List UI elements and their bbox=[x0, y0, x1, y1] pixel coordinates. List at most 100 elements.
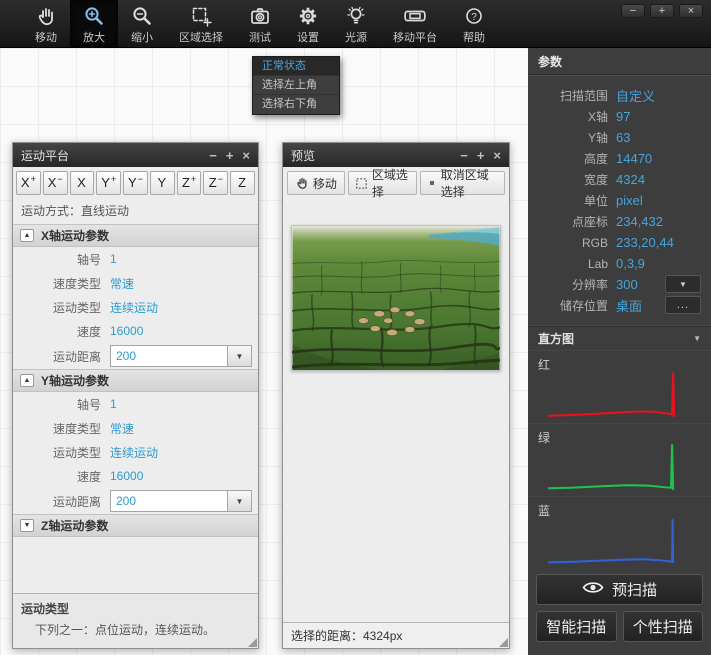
axis-button-z-plus[interactable]: Z+ bbox=[177, 171, 202, 195]
toolbar-label: 设置 bbox=[297, 29, 319, 45]
distance-dropdown-x[interactable]: 200 ▼ bbox=[110, 345, 252, 367]
resolution-dropdown-button[interactable]: ▼ bbox=[665, 275, 701, 293]
section-header-z-axis[interactable]: ▼ Z轴运动参数 bbox=[13, 514, 258, 537]
region-select-icon bbox=[355, 177, 368, 190]
preview-panel: 预览 − + × 移动 bbox=[282, 142, 510, 649]
preview-image[interactable] bbox=[291, 225, 501, 371]
param-row: 轴号1 bbox=[13, 247, 258, 271]
prescan-button[interactable]: 预扫描 bbox=[536, 574, 703, 605]
parameters-panel: 参数 扫描范围自定义 X轴97 Y轴63 高度14470 宽度4324 单位pi… bbox=[528, 48, 711, 655]
resize-grip[interactable] bbox=[248, 638, 257, 647]
param-row-lab: Lab0,3,9 bbox=[528, 253, 711, 274]
axis-button-z[interactable]: Z bbox=[230, 171, 255, 195]
toolbar-button-moving-platform[interactable]: 移动平台 bbox=[380, 0, 450, 47]
axis-button-x-minus[interactable]: X− bbox=[43, 171, 68, 195]
camera-icon bbox=[249, 4, 271, 28]
param-row-scan-range: 扫描范围自定义 bbox=[528, 85, 711, 106]
minimize-button[interactable]: − bbox=[621, 4, 645, 18]
histogram-red-channel: 红 bbox=[528, 350, 711, 423]
param-row-distance-y: 运动距离 200 ▼ bbox=[13, 488, 258, 514]
param-row: 运动类型连续运动 bbox=[13, 295, 258, 319]
axis-button-y-minus[interactable]: Y− bbox=[123, 171, 148, 195]
axis-button-z-minus[interactable]: Z− bbox=[203, 171, 228, 195]
collapse-down-icon[interactable]: ▼ bbox=[20, 519, 34, 532]
green-histogram-curve bbox=[548, 445, 673, 490]
section-header-y-axis[interactable]: ▲ Y轴运动参数 bbox=[13, 369, 258, 392]
eye-icon bbox=[582, 580, 604, 599]
resize-grip[interactable] bbox=[499, 638, 508, 647]
scan-buttons: 预扫描 智能扫描 个性扫描 bbox=[528, 574, 711, 655]
preview-cancel-region-button[interactable]: 取消区域选择 bbox=[420, 171, 505, 195]
platform-icon bbox=[402, 4, 428, 28]
help-icon: ? bbox=[463, 4, 485, 28]
toolbar-button-region-select[interactable]: 区域选择 bbox=[166, 0, 236, 47]
panel-empty-space bbox=[283, 371, 509, 622]
axis-button-x[interactable]: X bbox=[70, 171, 95, 195]
help-title: 运动类型 bbox=[21, 600, 250, 617]
menu-item-select-top-left[interactable]: 选择左上角 bbox=[253, 76, 339, 95]
toolbar-button-test[interactable]: 测试 bbox=[236, 0, 284, 47]
histogram-green-channel: 绿 bbox=[528, 423, 711, 496]
panel-minimize-button[interactable]: − bbox=[209, 149, 217, 162]
toolbar-button-zoom-out[interactable]: 缩小 bbox=[118, 0, 166, 47]
distance-dropdown-y[interactable]: 200 ▼ bbox=[110, 490, 252, 512]
close-button[interactable]: × bbox=[679, 4, 703, 18]
section-header-x-axis[interactable]: ▲ X轴运动参数 bbox=[13, 224, 258, 247]
collapse-up-icon[interactable]: ▲ bbox=[20, 229, 34, 242]
menu-item-normal-state[interactable]: 正常状态 bbox=[253, 57, 339, 76]
collapse-up-icon[interactable]: ▲ bbox=[20, 374, 34, 387]
axis-button-y[interactable]: Y bbox=[150, 171, 175, 195]
motion-mode-text: 运动方式：直线运动 bbox=[13, 199, 258, 224]
toolbar-button-zoom-in[interactable]: 放大 bbox=[70, 0, 118, 47]
lightbulb-icon bbox=[345, 4, 367, 28]
preview-status-bar: 选择的距离：4324px bbox=[283, 622, 509, 648]
panel-close-button[interactable]: × bbox=[242, 149, 250, 162]
toolbar-button-help[interactable]: ? 帮助 bbox=[450, 0, 498, 47]
panel-title: 预览 bbox=[291, 147, 460, 164]
axis-button-y-plus[interactable]: Y+ bbox=[96, 171, 121, 195]
chevron-down-icon[interactable]: ▼ bbox=[227, 346, 251, 366]
histogram-header[interactable]: 直方图 ▼ bbox=[528, 326, 711, 350]
blue-histogram-curve bbox=[548, 520, 673, 563]
toolbar-button-settings[interactable]: 设置 bbox=[284, 0, 332, 47]
region-select-icon bbox=[190, 4, 212, 28]
param-row: 速度16000 bbox=[13, 464, 258, 488]
toolbar-button-move[interactable]: 移动 bbox=[22, 0, 70, 47]
panel-maximize-button[interactable]: + bbox=[477, 149, 485, 162]
panel-maximize-button[interactable]: + bbox=[226, 149, 234, 162]
param-row-width: 宽度4324 bbox=[528, 169, 711, 190]
param-row-rgb: RGB233,20,44 bbox=[528, 232, 711, 253]
toolbar-button-light-source[interactable]: 光源 bbox=[332, 0, 380, 47]
preview-move-button[interactable]: 移动 bbox=[287, 171, 345, 195]
toolbar-label: 测试 bbox=[249, 29, 271, 45]
storage-browse-button[interactable]: ... bbox=[665, 296, 701, 314]
param-row-y-axis: Y轴63 bbox=[528, 127, 711, 148]
panel-title: 运动平台 bbox=[21, 147, 209, 164]
main-toolbar: 移动 放大 缩小 bbox=[0, 0, 711, 48]
param-row-point-coord: 点座标234,432 bbox=[528, 211, 711, 232]
motion-platform-panel: 运动平台 − + × X+ X− X Y+ Y− Y Z+ Z− Z 运动方式：… bbox=[12, 142, 259, 649]
panel-close-button[interactable]: × bbox=[493, 149, 501, 162]
axis-button-x-plus[interactable]: X+ bbox=[16, 171, 41, 195]
help-text: 下列之一：点位运动，连续运动。 bbox=[21, 621, 250, 638]
zoom-out-icon bbox=[131, 4, 153, 28]
motion-panel-titlebar[interactable]: 运动平台 − + × bbox=[13, 143, 258, 167]
chevron-down-icon[interactable]: ▼ bbox=[227, 491, 251, 511]
preview-panel-titlebar[interactable]: 预览 − + × bbox=[283, 143, 509, 167]
toolbar-label: 移动 bbox=[35, 29, 57, 45]
axis-jog-buttons: X+ X− X Y+ Y− Y Z+ Z− Z bbox=[13, 167, 258, 199]
preview-region-select-button[interactable]: 区域选择 bbox=[348, 171, 417, 195]
selected-distance-text: 选择的距离：4324px bbox=[291, 627, 402, 644]
panel-minimize-button[interactable]: − bbox=[460, 149, 468, 162]
menu-item-select-bottom-right[interactable]: 选择右下角 bbox=[253, 95, 339, 114]
toolbar-label: 帮助 bbox=[463, 29, 485, 45]
parameters-header: 参数 bbox=[528, 48, 711, 75]
param-row-unit: 单位pixel bbox=[528, 190, 711, 211]
custom-scan-button[interactable]: 个性扫描 bbox=[623, 611, 704, 642]
maximize-button[interactable]: + bbox=[650, 4, 674, 18]
chevron-down-icon: ▼ bbox=[679, 280, 687, 289]
smart-scan-button[interactable]: 智能扫描 bbox=[536, 611, 617, 642]
app-window: 移动 放大 缩小 bbox=[0, 0, 711, 655]
window-controls: − + × bbox=[621, 4, 703, 18]
toolbar-label: 缩小 bbox=[131, 29, 153, 45]
